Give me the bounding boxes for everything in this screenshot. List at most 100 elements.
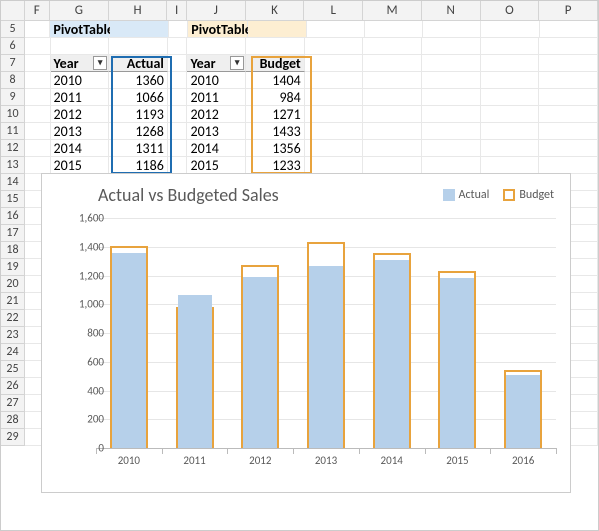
row-header-21[interactable]: 21 <box>1 293 24 310</box>
pivot-header-actual[interactable]: Actual <box>109 55 168 72</box>
pivot-header-year-a[interactable]: Year▾ <box>51 55 110 72</box>
y-axis-label: 400 <box>64 384 104 397</box>
legend-swatch-actual <box>443 189 455 201</box>
plot-area: 2010201120122013201420152016 <box>96 218 556 448</box>
row-header-18[interactable]: 18 <box>1 242 24 259</box>
y-axis-label: 600 <box>64 355 104 368</box>
row-header-14[interactable]: 14 <box>1 174 24 191</box>
row-header-16[interactable]: 16 <box>1 208 24 225</box>
x-axis-label: 2016 <box>503 454 543 467</box>
y-axis-label: 1,600 <box>64 212 104 225</box>
cell-budget[interactable]: 1433 <box>246 123 305 140</box>
row-header-11[interactable]: 11 <box>1 123 24 140</box>
row-header-23[interactable]: 23 <box>1 327 24 344</box>
cell-actual[interactable]: 1360 <box>109 72 168 89</box>
col-header-M[interactable]: M <box>363 1 422 20</box>
cell-budget[interactable]: 1271 <box>246 106 305 123</box>
row-header-26[interactable]: 26 <box>1 378 24 395</box>
pivot-title-actual[interactable]: PivotTable - Actual <box>50 21 110 38</box>
pivot-header-budget[interactable]: Budget <box>246 55 305 72</box>
y-axis-label: 800 <box>64 327 104 340</box>
cell-year-b[interactable]: 2012 <box>187 106 246 123</box>
col-header-J[interactable]: J <box>187 1 246 20</box>
pivot-title-budget[interactable]: PivotTable - Budget <box>188 21 248 38</box>
row-header-29[interactable]: 29 <box>1 429 24 446</box>
x-axis-label: 2010 <box>109 454 149 467</box>
col-header-I[interactable]: I <box>167 1 187 20</box>
gridline <box>96 218 556 219</box>
row-header-10[interactable]: 10 <box>1 106 24 123</box>
chart-title: Actual vs Budgeted Sales <box>98 184 279 206</box>
legend-label: Actual <box>459 188 490 202</box>
y-axis-label: 1,000 <box>64 298 104 311</box>
row-header-9[interactable]: 9 <box>1 89 24 106</box>
cell-actual[interactable]: 1311 <box>109 140 168 157</box>
row-header-27[interactable]: 27 <box>1 395 24 412</box>
col-header-F[interactable]: F <box>25 1 50 20</box>
cell-year-a[interactable]: 2012 <box>51 106 110 123</box>
row-header-13[interactable]: 13 <box>1 157 24 174</box>
cell-budget[interactable]: 1404 <box>246 72 305 89</box>
legend-swatch-budget <box>503 189 515 201</box>
chart[interactable]: Actual vs Budgeted Sales Actual Budget 2… <box>41 173 571 493</box>
col-header-N[interactable]: N <box>422 1 481 20</box>
cell-actual[interactable]: 1066 <box>109 89 168 106</box>
x-axis-label: 2011 <box>175 454 215 467</box>
cell-budget[interactable]: 1233 <box>246 157 305 174</box>
row-header-17[interactable]: 17 <box>1 225 24 242</box>
y-axis-label: 200 <box>64 413 104 426</box>
row-header-22[interactable]: 22 <box>1 310 24 327</box>
row-header-15[interactable]: 15 <box>1 191 24 208</box>
col-header-L[interactable]: L <box>304 1 363 20</box>
cell-year-b[interactable]: 2015 <box>187 157 246 174</box>
row-header-28[interactable]: 28 <box>1 412 24 429</box>
row-headers: 5678910111213141516171819202122232425262… <box>1 21 25 446</box>
col-header-H[interactable]: H <box>109 1 168 20</box>
row-header-24[interactable]: 24 <box>1 344 24 361</box>
row-header-5[interactable]: 5 <box>1 21 24 38</box>
bar-actual <box>178 295 212 448</box>
row-header-6[interactable]: 6 <box>1 38 24 55</box>
x-axis-label: 2015 <box>437 454 477 467</box>
cell-actual[interactable]: 1193 <box>109 106 168 123</box>
cell-year-b[interactable]: 2011 <box>187 89 246 106</box>
x-axis-label: 2012 <box>240 454 280 467</box>
filter-dropdown-icon[interactable]: ▾ <box>93 56 107 70</box>
y-axis-label: 0 <box>64 442 104 455</box>
col-header-K[interactable]: K <box>246 1 305 20</box>
bar-actual <box>440 278 474 448</box>
spreadsheet-grid: FGHIJKLMNOP 5678910111213141516171819202… <box>1 1 598 530</box>
legend-label: Budget <box>519 188 554 202</box>
y-axis-label: 1,400 <box>64 240 104 253</box>
row-header-7[interactable]: 7 <box>1 55 24 72</box>
bar-actual <box>112 253 146 449</box>
cell-actual[interactable]: 1186 <box>109 157 168 174</box>
cell-year-b[interactable]: 2013 <box>187 123 246 140</box>
bar-actual <box>309 266 343 448</box>
cell-actual[interactable]: 1268 <box>109 123 168 140</box>
cell-year-a[interactable]: 2010 <box>51 72 110 89</box>
cell-year-a[interactable]: 2014 <box>51 140 110 157</box>
col-header-G[interactable]: G <box>50 1 109 20</box>
row-header-20[interactable]: 20 <box>1 276 24 293</box>
cell-year-b[interactable]: 2010 <box>187 72 246 89</box>
row-header-19[interactable]: 19 <box>1 259 24 276</box>
row-header-8[interactable]: 8 <box>1 72 24 89</box>
cell-budget[interactable]: 1356 <box>246 140 305 157</box>
row-header-25[interactable]: 25 <box>1 361 24 378</box>
legend-item-actual: Actual <box>443 188 490 202</box>
pivot-header-year-b[interactable]: Year▾ <box>187 55 246 72</box>
col-header-O[interactable]: O <box>481 1 540 20</box>
cell-year-a[interactable]: 2011 <box>51 89 110 106</box>
x-axis-label: 2013 <box>306 454 346 467</box>
bar-actual <box>506 375 540 448</box>
legend-item-budget: Budget <box>503 188 554 202</box>
column-headers: FGHIJKLMNOP <box>1 1 598 21</box>
col-header-P[interactable]: P <box>539 1 598 20</box>
cell-budget[interactable]: 984 <box>246 89 305 106</box>
cell-year-a[interactable]: 2013 <box>51 123 110 140</box>
row-header-12[interactable]: 12 <box>1 140 24 157</box>
cell-year-b[interactable]: 2014 <box>187 140 246 157</box>
filter-dropdown-icon[interactable]: ▾ <box>230 56 244 70</box>
cell-year-a[interactable]: 2015 <box>51 157 110 174</box>
